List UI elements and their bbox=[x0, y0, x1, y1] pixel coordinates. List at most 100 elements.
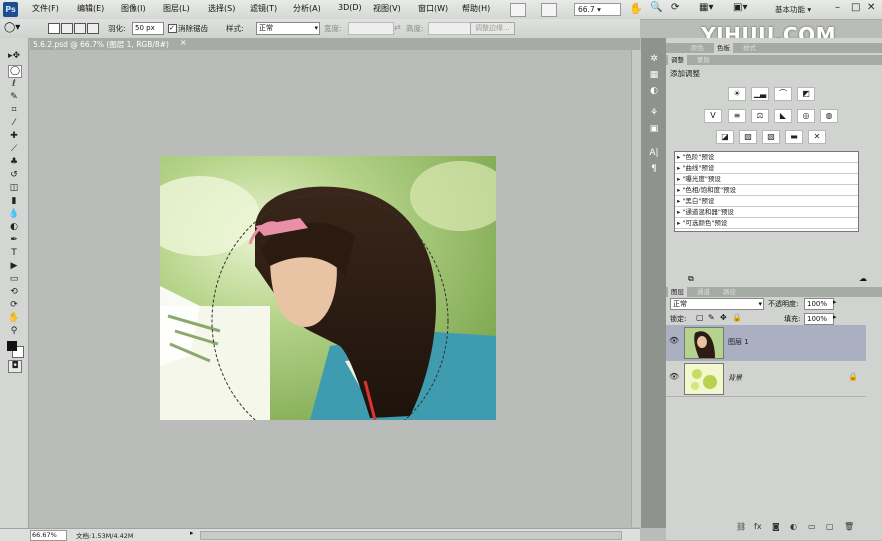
preset-item[interactable]: ▸ "通道混和器"预设 bbox=[675, 208, 858, 218]
add-selection-icon[interactable] bbox=[61, 23, 73, 34]
exposure-icon[interactable]: ◩ bbox=[797, 87, 815, 101]
swap-dimensions-icon[interactable]: ⇄ bbox=[394, 23, 401, 32]
curves-icon[interactable]: ⌒ bbox=[774, 87, 792, 101]
new-selection-icon[interactable] bbox=[48, 23, 60, 34]
menu-window[interactable]: 窗口(W) bbox=[418, 3, 448, 14]
path-selection-tool-icon[interactable]: ▶ bbox=[8, 261, 20, 272]
layer-style-icon[interactable]: fx bbox=[754, 522, 762, 531]
add-mask-icon[interactable]: ◙ bbox=[772, 522, 780, 531]
workspace-switcher[interactable]: 基本功能 ▾ bbox=[775, 4, 811, 19]
tab-paths[interactable]: 路径 bbox=[720, 287, 739, 297]
layer-row-background[interactable]: 👁 背景 🔒 bbox=[666, 361, 866, 397]
eyedropper-tool-icon[interactable]: ⁄ bbox=[8, 118, 20, 129]
menu-analysis[interactable]: 分析(A) bbox=[293, 3, 321, 14]
dodge-tool-icon[interactable]: ◐ bbox=[8, 222, 20, 233]
menu-file[interactable]: 文件(F) bbox=[32, 3, 59, 14]
lock-all-icon[interactable]: 🔒 bbox=[732, 313, 742, 322]
preset-item[interactable]: ▸ "可选颜色"预设 bbox=[675, 219, 858, 229]
feather-input[interactable]: 50 px bbox=[132, 22, 164, 35]
levels-icon[interactable]: ▁▃ bbox=[751, 87, 769, 101]
clone-stamp-tool-icon[interactable]: ♣ bbox=[8, 157, 20, 168]
tab-layers[interactable]: 图层 bbox=[668, 287, 687, 297]
posterize-icon[interactable]: ▨ bbox=[739, 130, 757, 144]
zoom-tool-icon[interactable]: 🔍 bbox=[650, 2, 662, 17]
link-layers-icon[interactable]: ⛓ bbox=[736, 522, 746, 531]
menu-help[interactable]: 帮助(H) bbox=[462, 3, 490, 14]
lock-image-icon[interactable]: ✎ bbox=[708, 313, 715, 322]
blur-tool-icon[interactable]: 💧 bbox=[8, 209, 20, 220]
3d-rotate-tool-icon[interactable]: ⟲ bbox=[8, 287, 20, 298]
tab-adjustments[interactable]: 调整 bbox=[668, 55, 687, 65]
zoom-tool-icon[interactable]: ⚲ bbox=[8, 326, 20, 337]
minimize-icon[interactable]: – bbox=[835, 2, 840, 17]
layer-row-layer1[interactable]: 👁 图层 1 bbox=[666, 325, 866, 361]
history-icon[interactable]: ⚘ bbox=[648, 108, 660, 118]
fill-arrow-icon[interactable]: ▸ bbox=[833, 313, 837, 321]
lasso-tool-icon[interactable]: ℓ bbox=[8, 79, 20, 90]
menu-filter[interactable]: 滤镜(T) bbox=[250, 3, 277, 14]
tab-styles[interactable]: 样式 bbox=[740, 43, 759, 53]
blend-mode-select[interactable]: 正常 ▾ bbox=[670, 298, 764, 310]
menu-image[interactable]: 图像(I) bbox=[121, 3, 146, 14]
type-tool-icon[interactable]: T bbox=[8, 248, 20, 259]
document-tab[interactable]: 5.6.2.psd @ 66.7% (图层 1, RGB/8#) × bbox=[30, 38, 640, 50]
3d-camera-tool-icon[interactable]: ⟳ bbox=[8, 300, 20, 311]
elliptical-marquee-icon[interactable]: ◯▾ bbox=[4, 22, 26, 34]
eraser-tool-icon[interactable]: ◫ bbox=[8, 183, 20, 194]
histogram-icon[interactable]: ▦ bbox=[648, 70, 660, 80]
style-select[interactable]: 正常 ▾ bbox=[256, 22, 320, 35]
gradient-tool-icon[interactable]: ▮ bbox=[8, 196, 20, 207]
opacity-input[interactable]: 100% bbox=[804, 298, 834, 310]
bridge-icon[interactable] bbox=[510, 3, 526, 17]
tab-masks[interactable]: 蒙版 bbox=[694, 55, 713, 65]
screen-mode-icon[interactable]: ▣▾ bbox=[733, 2, 747, 17]
threshold-icon[interactable]: ▧ bbox=[762, 130, 780, 144]
close-icon[interactable]: ✕ bbox=[867, 2, 875, 17]
refine-edge-button[interactable]: 调整边缘... bbox=[470, 22, 515, 35]
menu-select[interactable]: 选择(S) bbox=[208, 3, 235, 14]
new-layer-icon[interactable]: ▢ bbox=[826, 522, 834, 531]
hue-saturation-icon[interactable]: ≡ bbox=[728, 109, 746, 123]
selective-color-icon[interactable]: ✕ bbox=[808, 130, 826, 144]
opacity-arrow-icon[interactable]: ▸ bbox=[833, 298, 837, 306]
width-input[interactable] bbox=[348, 22, 394, 35]
status-menu-arrow-icon[interactable]: ▸ bbox=[190, 529, 194, 537]
vibrance-icon[interactable]: V bbox=[704, 109, 722, 123]
eye-icon[interactable]: 👁 bbox=[669, 372, 679, 381]
vertical-scrollbar[interactable] bbox=[631, 50, 641, 527]
new-group-icon[interactable]: ▭ bbox=[808, 522, 816, 531]
brightness-contrast-icon[interactable]: ☀ bbox=[728, 87, 746, 101]
preset-item[interactable]: ▸ "色阶"预设 bbox=[675, 153, 858, 163]
menu-edit[interactable]: 编辑(E) bbox=[77, 3, 104, 14]
gradient-map-icon[interactable]: ▬ bbox=[785, 130, 803, 144]
marquee-tool-icon[interactable]: ◯ bbox=[8, 65, 22, 78]
menu-view[interactable]: 视图(V) bbox=[373, 3, 401, 14]
history-brush-tool-icon[interactable]: ↺ bbox=[8, 170, 20, 181]
quick-select-tool-icon[interactable]: ✎ bbox=[8, 92, 20, 103]
close-document-icon[interactable]: × bbox=[180, 38, 187, 47]
photo-filter-icon[interactable]: ◎ bbox=[797, 109, 815, 123]
preset-item[interactable]: ▸ "曲线"预设 bbox=[675, 164, 858, 174]
navigator-icon[interactable]: ✲ bbox=[648, 54, 660, 64]
fill-input[interactable]: 100% bbox=[804, 313, 834, 325]
status-zoom-input[interactable]: 66.67% bbox=[30, 530, 67, 541]
new-adjustment-layer-icon[interactable]: ◐ bbox=[790, 522, 797, 531]
preset-item[interactable]: ▸ "色相/饱和度"预设 bbox=[675, 186, 858, 196]
brush-tool-icon[interactable]: ⟋ bbox=[8, 144, 20, 155]
arrange-documents-icon[interactable]: ▦▾ bbox=[699, 2, 713, 17]
actions-icon[interactable]: ▣ bbox=[648, 124, 660, 134]
info-icon[interactable]: ◐ bbox=[648, 86, 660, 96]
clip-to-layer-icon[interactable]: ⧉ bbox=[688, 274, 694, 284]
document-size-info[interactable]: 文档:1.53M/4.42M bbox=[76, 530, 134, 540]
panel-options-icon[interactable]: ☁ bbox=[859, 274, 867, 283]
lock-position-icon[interactable]: ✥ bbox=[720, 313, 727, 322]
height-input[interactable] bbox=[428, 22, 474, 35]
character-icon[interactable]: A| bbox=[648, 148, 660, 158]
document-canvas[interactable] bbox=[160, 156, 496, 420]
antialias-checkbox[interactable]: ✓ bbox=[168, 24, 177, 33]
shape-tool-icon[interactable]: ▭ bbox=[8, 274, 20, 285]
preset-item[interactable]: ▸ "曝光度"预设 bbox=[675, 175, 858, 185]
channel-mixer-icon[interactable]: ◍ bbox=[820, 109, 838, 123]
menu-layer[interactable]: 图层(L) bbox=[163, 3, 190, 14]
tab-swatches[interactable]: 色板 bbox=[714, 43, 733, 53]
